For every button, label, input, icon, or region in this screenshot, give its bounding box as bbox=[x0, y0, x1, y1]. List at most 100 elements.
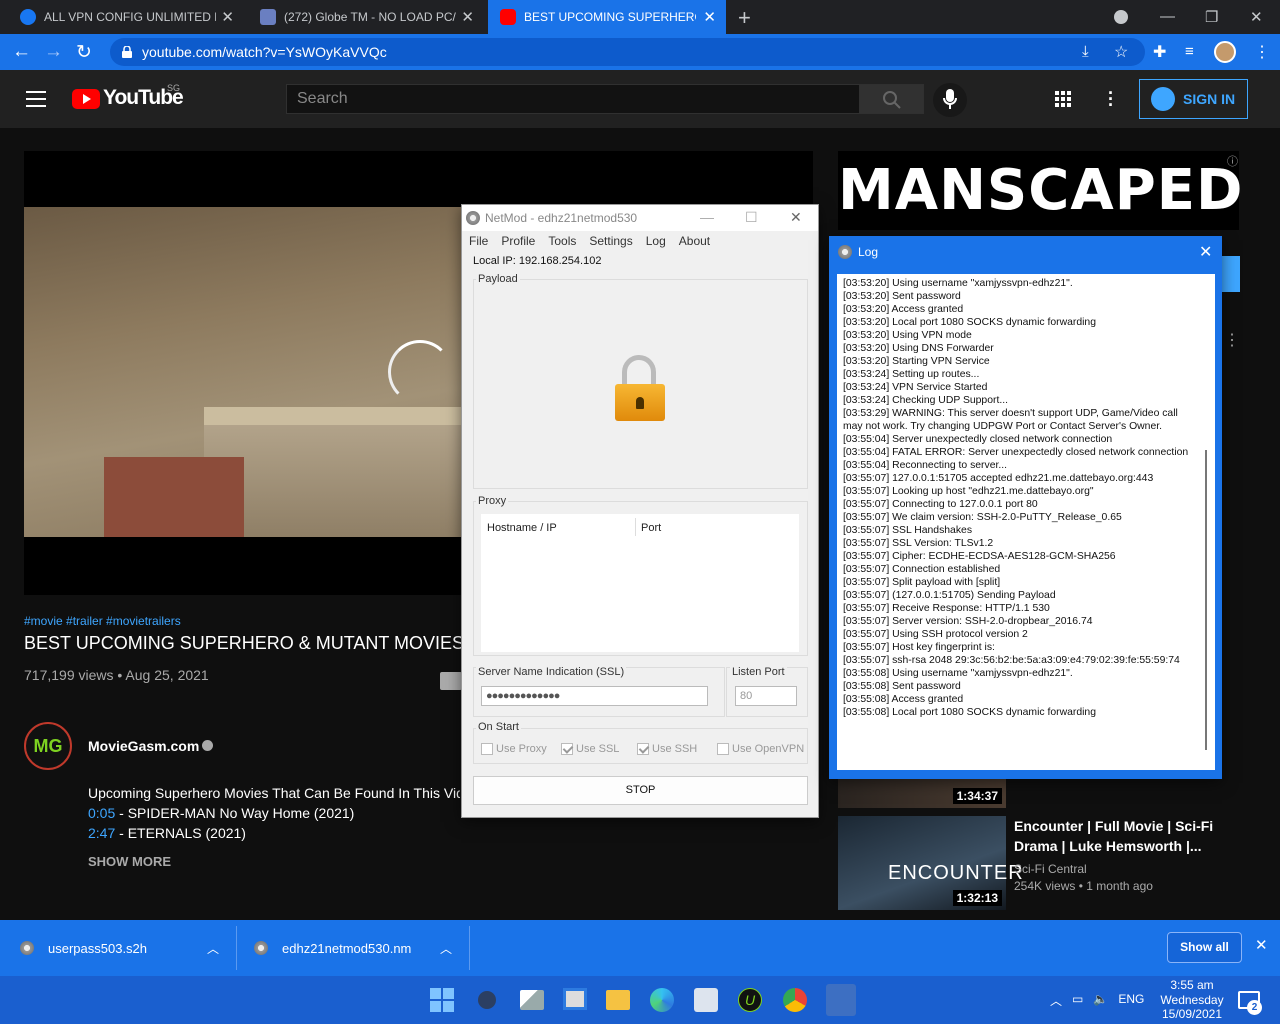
log-line: [03:55:07] Looking up host "edhz21.me.da… bbox=[843, 486, 1094, 497]
search-button[interactable] bbox=[859, 84, 924, 114]
reload-icon[interactable]: ↻ bbox=[76, 41, 92, 64]
clock[interactable]: 3:55 am Wednesday 15/09/2021 bbox=[1152, 978, 1232, 1022]
log-line: [03:55:08] Access granted bbox=[843, 694, 964, 705]
maximize-icon[interactable]: ☐ bbox=[745, 209, 758, 226]
address-bar[interactable]: youtube.com/watch?v=YsWOyKaVVQc bbox=[110, 38, 1145, 66]
menu-profile[interactable]: Profile bbox=[501, 234, 535, 248]
chapter-timestamp[interactable]: 0:05 bbox=[88, 805, 115, 821]
download-filename: edhz21netmod530.nm bbox=[282, 940, 412, 956]
log-scrollbar[interactable] bbox=[1205, 450, 1207, 750]
proxy-table[interactable]: Hostname / IP Port bbox=[481, 514, 799, 652]
extensions-icon[interactable]: ✚ bbox=[1153, 42, 1166, 62]
more-actions-icon[interactable]: ⋮ bbox=[1224, 330, 1240, 350]
download-item[interactable]: userpass503.s2h bbox=[20, 920, 147, 976]
netmod-titlebar[interactable]: NetMod - edhz21netmod530 — ☐ ✕ bbox=[462, 205, 818, 231]
close-icon[interactable]: ✕ bbox=[221, 8, 234, 26]
menu-tools[interactable]: Tools bbox=[548, 234, 576, 248]
search-icon[interactable] bbox=[478, 991, 496, 1009]
channel-avatar[interactable]: MG bbox=[24, 722, 72, 770]
recommendation-thumbnail[interactable]: 1:34:37 bbox=[838, 779, 1006, 808]
use-ssh-checkbox[interactable]: Use SSH bbox=[637, 743, 697, 755]
media-control-icon[interactable]: ≡ bbox=[1185, 43, 1194, 60]
forward-icon[interactable]: → bbox=[44, 41, 63, 63]
profile-avatar[interactable] bbox=[1214, 41, 1236, 63]
close-icon[interactable]: ✕ bbox=[790, 209, 802, 226]
close-icon[interactable]: ✕ bbox=[461, 8, 474, 26]
video-views-date: 717,199 views • Aug 25, 2021 bbox=[24, 667, 209, 683]
listen-port-label: Listen Port bbox=[730, 666, 787, 678]
channel-name[interactable]: MovieGasm.com bbox=[88, 738, 199, 754]
chevron-up-icon[interactable]: ︿ bbox=[1050, 992, 1062, 1009]
hamburger-menu-icon[interactable] bbox=[26, 91, 46, 112]
upwork-icon[interactable]: U bbox=[738, 988, 762, 1012]
menu-icon[interactable]: ⋮ bbox=[1254, 42, 1270, 62]
menu-settings[interactable]: Settings bbox=[589, 234, 632, 248]
menu-file[interactable]: File bbox=[469, 234, 488, 248]
language-indicator[interactable]: ENG bbox=[1118, 992, 1144, 1009]
stop-button[interactable]: STOP bbox=[473, 776, 808, 805]
sign-in-button[interactable]: SIGN IN bbox=[1139, 79, 1248, 119]
store-icon[interactable] bbox=[694, 988, 718, 1012]
description-intro: Upcoming Superhero Movies That Can Be Fo… bbox=[88, 785, 460, 801]
windows-start-icon[interactable] bbox=[430, 988, 454, 1012]
install-icon[interactable]: ⤓ bbox=[1082, 43, 1089, 60]
recommendation-channel[interactable]: Sci-Fi Central bbox=[1014, 862, 1087, 876]
chevron-up-icon[interactable]: ︿ bbox=[207, 940, 219, 957]
search-input[interactable]: Search bbox=[286, 84, 860, 114]
use-proxy-checkbox[interactable]: Use Proxy bbox=[481, 743, 547, 755]
restore-icon[interactable]: ❐ bbox=[1205, 8, 1218, 26]
tab-youtube[interactable]: BEST UPCOMING SUPERHERO & ✕ bbox=[488, 0, 726, 34]
stop-label: STOP bbox=[625, 784, 656, 796]
minimize-icon[interactable]: — bbox=[1160, 8, 1175, 25]
column-port[interactable]: Port bbox=[641, 522, 661, 534]
video-hashtags[interactable]: #movie #trailer #movietrailers bbox=[24, 614, 181, 628]
recommendation-thumbnail[interactable]: ENCOUNTER 1:32:13 bbox=[838, 816, 1023, 910]
new-tab-button[interactable]: + bbox=[738, 5, 751, 31]
volume-icon[interactable]: 🔈 bbox=[1093, 992, 1108, 1009]
close-window-icon[interactable]: ✕ bbox=[1250, 8, 1263, 26]
bookmark-star-icon[interactable]: ☆ bbox=[1114, 42, 1128, 62]
voice-search-button[interactable] bbox=[933, 83, 967, 117]
netmod-taskbar-icon[interactable] bbox=[826, 984, 856, 1016]
file-explorer-icon[interactable] bbox=[606, 990, 630, 1010]
use-ssl-checkbox[interactable]: Use SSL bbox=[561, 743, 619, 755]
close-icon[interactable]: ✕ bbox=[1199, 242, 1212, 262]
tab-globe-tm[interactable]: (272) Globe TM - NO LOAD PC/L ✕ bbox=[248, 0, 484, 34]
recommendation-title[interactable]: Encounter | Full Movie | Sci-Fi Drama | … bbox=[1014, 816, 1214, 856]
ad-banner[interactable]: MANSCAPED bbox=[838, 151, 1242, 230]
show-all-downloads-button[interactable]: Show all bbox=[1167, 932, 1242, 963]
chrome-icon[interactable] bbox=[783, 988, 807, 1012]
network-icon[interactable]: ▭ bbox=[1072, 992, 1083, 1009]
listen-port-input[interactable]: 80 bbox=[735, 686, 797, 706]
apps-grid-icon[interactable] bbox=[1055, 91, 1071, 107]
show-more-button[interactable]: SHOW MORE bbox=[88, 854, 171, 869]
task-view-icon[interactable] bbox=[520, 990, 544, 1010]
download-item[interactable]: edhz21netmod530.nm bbox=[254, 920, 411, 976]
use-openvpn-checkbox[interactable]: Use OpenVPN bbox=[717, 743, 804, 755]
browser-toolbar: ← → ↻ youtube.com/watch?v=YsWOyKaVVQc ⤓ … bbox=[0, 34, 1280, 70]
menu-about[interactable]: About bbox=[679, 234, 710, 248]
recommendation-meta: 254K views • 1 month ago bbox=[1014, 879, 1153, 893]
widgets-icon[interactable] bbox=[563, 988, 587, 1010]
log-line: [03:55:07] Receive Response: HTTP/1.1 53… bbox=[843, 603, 1050, 614]
youtube-logo-icon[interactable] bbox=[72, 89, 100, 109]
close-icon[interactable]: ✕ bbox=[703, 8, 716, 26]
chapter-timestamp[interactable]: 2:47 bbox=[88, 825, 115, 841]
tab-vpn-config[interactable]: ALL VPN CONFIG UNLIMITED PH ✕ bbox=[8, 0, 244, 34]
minimize-icon[interactable]: — bbox=[700, 209, 714, 225]
menu-log[interactable]: Log bbox=[646, 234, 666, 248]
chevron-up-icon[interactable]: ︿ bbox=[440, 940, 452, 957]
back-icon[interactable]: ← bbox=[12, 41, 31, 63]
tab-search-icon[interactable] bbox=[1114, 10, 1128, 24]
log-text-area[interactable]: [03:53:20] Using username "xamjyssvpn-ed… bbox=[837, 274, 1215, 770]
ad-info-icon[interactable]: ⓘ bbox=[1227, 153, 1238, 169]
column-hostname[interactable]: Hostname / IP bbox=[487, 522, 557, 534]
log-line: [03:55:07] Host key fingerprint is: bbox=[843, 642, 995, 653]
settings-more-icon[interactable]: · · · bbox=[1108, 84, 1114, 114]
like-icon[interactable] bbox=[440, 672, 462, 690]
search-placeholder: Search bbox=[297, 90, 348, 107]
edge-icon[interactable] bbox=[650, 988, 674, 1012]
sni-input[interactable]: ●●●●●●●●●●●●● bbox=[481, 686, 708, 706]
close-icon[interactable]: ✕ bbox=[1255, 936, 1268, 954]
log-titlebar[interactable]: Log ✕ bbox=[829, 236, 1222, 268]
